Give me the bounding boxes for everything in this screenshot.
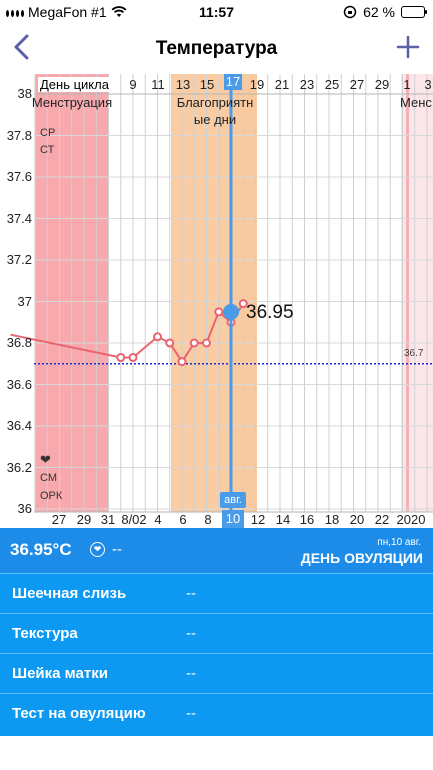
bottom-area xyxy=(0,736,433,770)
cycle-day-tick: 23 xyxy=(299,77,315,92)
row-label: Шейка матки xyxy=(12,665,108,682)
day-summary[interactable]: 36.95°C ❤ -- пн,10 авг. ДЕНЬ ОВУЛЯЦИИ xyxy=(0,528,433,572)
cycle-day-tick: 9 xyxy=(129,77,137,92)
y-tick-label: 37.2 xyxy=(6,252,32,267)
row-label: Шеечная слизь xyxy=(12,585,127,602)
row-cervix[interactable]: Шейка матки -- xyxy=(0,653,433,693)
battery-icon xyxy=(401,6,427,18)
ovulation-status: ДЕНЬ ОВУЛЯЦИИ xyxy=(300,550,423,566)
date-tick: 18 xyxy=(324,512,340,527)
selected-month-badge: авг. xyxy=(220,492,246,508)
temperature-chart[interactable]: 3 8 37.8 37.6 37.4 37.2 37 36.8 36.6 36.4 36.2 36 9… xyxy=(0,74,433,528)
y-tick-label: 37 xyxy=(17,293,32,309)
selected-date-badge: 10 xyxy=(222,510,244,528)
next-cycle-marker xyxy=(406,74,409,512)
y-tick-label: 36 xyxy=(17,501,32,516)
plus-icon[interactable] xyxy=(395,32,421,62)
temperature-point xyxy=(116,353,126,363)
cycle-day-tick: 19 xyxy=(249,77,265,92)
date-tick: 14 xyxy=(275,512,291,527)
y-tick-label: 37.6 xyxy=(6,169,32,184)
date-tick: 27 xyxy=(51,512,67,527)
next-cycle-band xyxy=(401,74,433,512)
cycle-day-tick: 21 xyxy=(274,77,290,92)
y-tick-label: 36.4 xyxy=(6,418,32,433)
temperature-point xyxy=(153,332,162,342)
date-tick: 20 xyxy=(349,512,365,527)
rotation-lock-icon xyxy=(343,5,357,19)
menstruation-label: Менструация xyxy=(31,95,113,110)
date-tick: 4 xyxy=(154,512,162,527)
heart-icon: ❤ xyxy=(40,452,51,467)
menstruation-label-right: Менс xyxy=(400,95,432,110)
date-tick: 22 xyxy=(374,512,390,527)
page-title: Температура xyxy=(155,38,278,59)
row-value: -- xyxy=(186,585,196,602)
row-label: Текстура xyxy=(12,625,78,642)
status-bar: MegaFon #1 11:57 62 % xyxy=(0,0,433,24)
temperature-value: 36.95°C xyxy=(10,540,72,559)
y-tick-label: 37.4 xyxy=(6,210,32,226)
cycle-day-tick: 25 xyxy=(324,77,340,92)
mark-ct: СТ xyxy=(40,144,55,156)
temperature-point xyxy=(128,353,138,363)
details-panel: 36.95°C ❤ -- пн,10 авг. ДЕНЬ ОВУЛЯЦИИ Ше… xyxy=(0,528,433,736)
temperature-point xyxy=(177,357,187,367)
status-right: 62 % xyxy=(343,4,427,20)
row-ovulation-test[interactable]: Тест на овуляцию -- xyxy=(0,693,433,733)
row-value: -- xyxy=(186,705,196,722)
chart-canvas[interactable] xyxy=(0,74,433,528)
mark-cr: СР xyxy=(40,127,56,139)
heart-circle-icon: ❤ xyxy=(90,542,105,557)
cycle-day-tick: 11 xyxy=(151,77,165,92)
heart-value: -- xyxy=(112,541,122,558)
row-cervical-mucus[interactable]: Шеечная слизь -- xyxy=(0,573,433,613)
summary-date: пн,10 авг. xyxy=(377,537,421,548)
date-tick: 2020 xyxy=(396,512,426,527)
cycle-day-tick: 3 xyxy=(424,77,432,92)
selected-day-badge: 17 xyxy=(224,74,242,90)
date-tick: 31 xyxy=(100,512,116,527)
selected-value-label: 36.95 xyxy=(246,302,294,323)
fertile-band-light xyxy=(232,74,257,512)
date-tick: 6 xyxy=(179,512,187,527)
date-tick: 8/02 xyxy=(121,512,147,527)
date-tick: 16 xyxy=(299,512,315,527)
y-tick-label: 36.8 xyxy=(6,335,32,350)
mark-cm: СМ xyxy=(40,472,57,484)
temperature-point xyxy=(189,338,199,348)
fertile-days-label-line1: Благоприятн xyxy=(176,95,254,110)
nav-bar: Температура xyxy=(0,24,433,74)
row-label: Тест на овуляцию xyxy=(12,705,146,722)
cycle-day-tick: 13 xyxy=(175,77,191,92)
date-tick: 8 xyxy=(204,512,212,527)
temperature-point xyxy=(202,338,211,348)
cycle-day-label: День цикла xyxy=(38,77,111,92)
cover-line-label: 36.7 xyxy=(404,348,424,359)
y-tick-label: 37.8 xyxy=(6,127,32,143)
cycle-day-tick: 27 xyxy=(349,77,365,92)
row-texture[interactable]: Текстура -- xyxy=(0,613,433,653)
battery-percent: 62 % xyxy=(363,4,395,20)
selected-point xyxy=(223,303,239,320)
row-value: -- xyxy=(186,625,196,642)
row-value: -- xyxy=(186,665,196,682)
temperature-point xyxy=(214,307,224,317)
date-tick: 29 xyxy=(76,512,92,527)
cycle-day-tick: 29 xyxy=(374,77,390,92)
fertile-days-label-line2: ые дни xyxy=(193,112,237,127)
y-tick-label: 36.6 xyxy=(6,376,32,392)
date-tick: 12 xyxy=(250,512,266,527)
y-tick-label: 36.2 xyxy=(6,459,32,475)
cycle-day-tick: 15 xyxy=(199,77,215,92)
mark-opk: ОРК xyxy=(40,490,63,502)
cycle-day-tick: 1 xyxy=(403,77,411,92)
temperature-point xyxy=(165,338,175,348)
